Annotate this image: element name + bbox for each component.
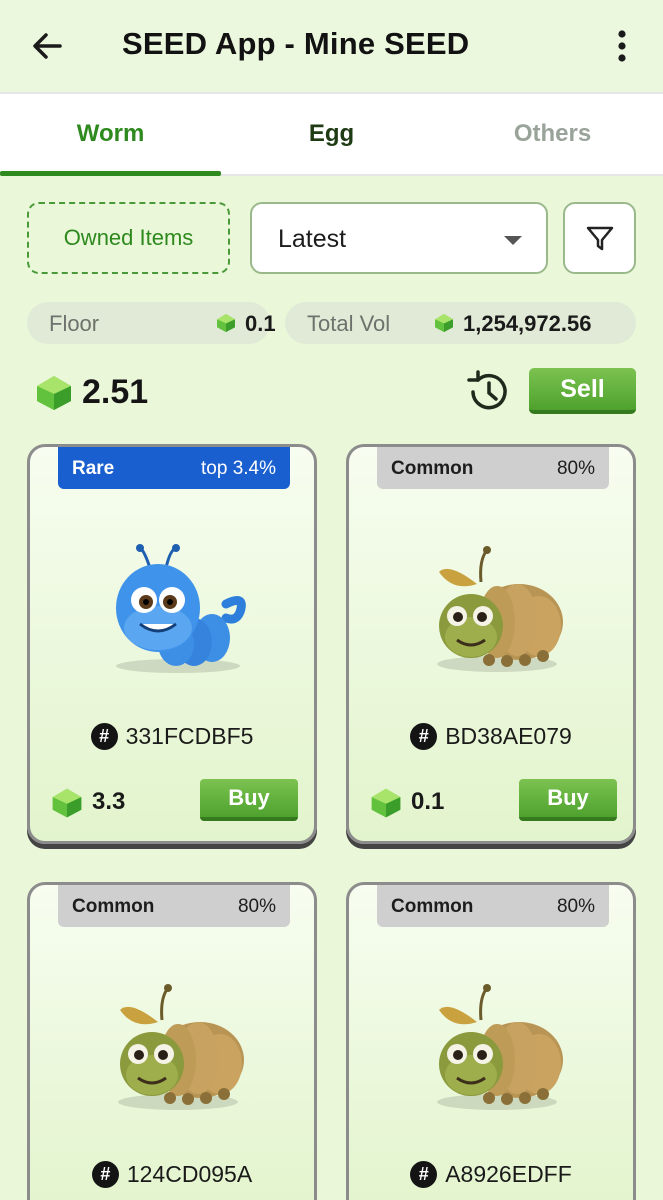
item-id-text: 331FCDBF5 bbox=[125, 723, 254, 749]
active-tab-indicator bbox=[0, 171, 221, 176]
tab-others[interactable]: Others bbox=[442, 94, 663, 174]
item-price: 3.3 bbox=[92, 788, 126, 815]
floor-price-pill: Floor 0.1 bbox=[27, 302, 276, 344]
item-id-text: BD38AE079 bbox=[445, 723, 572, 749]
app-bar: SEED App - Mine SEED bbox=[0, 0, 663, 92]
tab-egg[interactable]: Egg bbox=[221, 94, 442, 174]
tab-worm[interactable]: Worm bbox=[0, 94, 221, 174]
sell-button[interactable]: Sell bbox=[529, 368, 636, 414]
rarity-percent: 80% bbox=[237, 896, 276, 917]
gem-icon bbox=[433, 313, 455, 333]
rarity-badge: Common 80% bbox=[377, 447, 609, 489]
gem-icon bbox=[215, 313, 237, 333]
floor-label: Floor bbox=[49, 311, 100, 336]
more-vertical-icon[interactable] bbox=[606, 26, 638, 66]
buy-button[interactable]: Buy bbox=[519, 779, 617, 821]
hash-icon: # bbox=[410, 1161, 438, 1188]
leaf-worm-image bbox=[419, 542, 569, 682]
hash-icon: # bbox=[91, 1161, 119, 1188]
owned-items-button[interactable]: Owned Items bbox=[27, 202, 230, 274]
worm-card[interactable]: Rare top 3.4% #331FCDBF5 3.3 Buy bbox=[27, 444, 317, 844]
hash-icon: # bbox=[410, 723, 438, 750]
page-title: SEED App - Mine SEED bbox=[122, 26, 470, 61]
worm-card[interactable]: Common 80% # A8926EDFF bbox=[346, 882, 636, 1200]
rarity-badge: Rare top 3.4% bbox=[58, 447, 290, 489]
worm-card[interactable]: Common 80% #124CD095A bbox=[27, 882, 317, 1200]
rarity-percent: 80% bbox=[556, 896, 595, 917]
category-tabs: Worm Egg Others bbox=[0, 92, 663, 176]
item-id-text: 124CD095A bbox=[126, 1161, 253, 1187]
rarity-name: Rare bbox=[72, 458, 115, 479]
rarity-percent: top 3.4% bbox=[201, 458, 276, 479]
sort-dropdown[interactable]: Latest bbox=[250, 202, 548, 274]
item-id: #124CD095A bbox=[30, 1161, 314, 1188]
rarity-percent: 80% bbox=[556, 458, 595, 479]
leaf-worm-image bbox=[419, 980, 569, 1120]
item-id: #331FCDBF5 bbox=[30, 723, 314, 750]
volume-label: Total Vol bbox=[307, 311, 391, 336]
item-id: # BD38AE079 bbox=[349, 723, 633, 750]
worm-card[interactable]: Common 80% # BD38AE079 0.1 Buy bbox=[346, 444, 636, 844]
floor-value: 0.1 bbox=[245, 311, 276, 336]
blue-worm-image bbox=[100, 542, 250, 682]
buy-button[interactable]: Buy bbox=[200, 779, 298, 821]
gem-icon bbox=[34, 374, 74, 412]
rarity-name: Common bbox=[391, 458, 474, 479]
hash-icon: # bbox=[90, 723, 118, 750]
rarity-badge: Common 80% bbox=[58, 885, 290, 927]
item-price: 0.1 bbox=[411, 788, 445, 815]
back-arrow-icon[interactable] bbox=[28, 26, 68, 66]
filter-icon bbox=[586, 226, 613, 251]
gem-icon bbox=[369, 787, 403, 819]
filter-button[interactable] bbox=[563, 202, 636, 274]
rarity-name: Common bbox=[391, 896, 474, 917]
balance-value: 2.51 bbox=[82, 373, 149, 411]
history-icon[interactable] bbox=[465, 370, 511, 414]
chevron-down-icon bbox=[504, 236, 522, 245]
volume-value: 1,254,972.56 bbox=[463, 311, 592, 336]
total-volume-pill: Total Vol 1,254,972.56 bbox=[285, 302, 636, 344]
rarity-badge: Common 80% bbox=[377, 885, 609, 927]
gem-icon bbox=[50, 787, 84, 819]
item-id-text: A8926EDFF bbox=[445, 1161, 572, 1187]
rarity-name: Common bbox=[72, 896, 155, 917]
leaf-worm-image bbox=[100, 980, 250, 1120]
item-id: # A8926EDFF bbox=[349, 1161, 633, 1188]
sort-value: Latest bbox=[278, 225, 347, 253]
